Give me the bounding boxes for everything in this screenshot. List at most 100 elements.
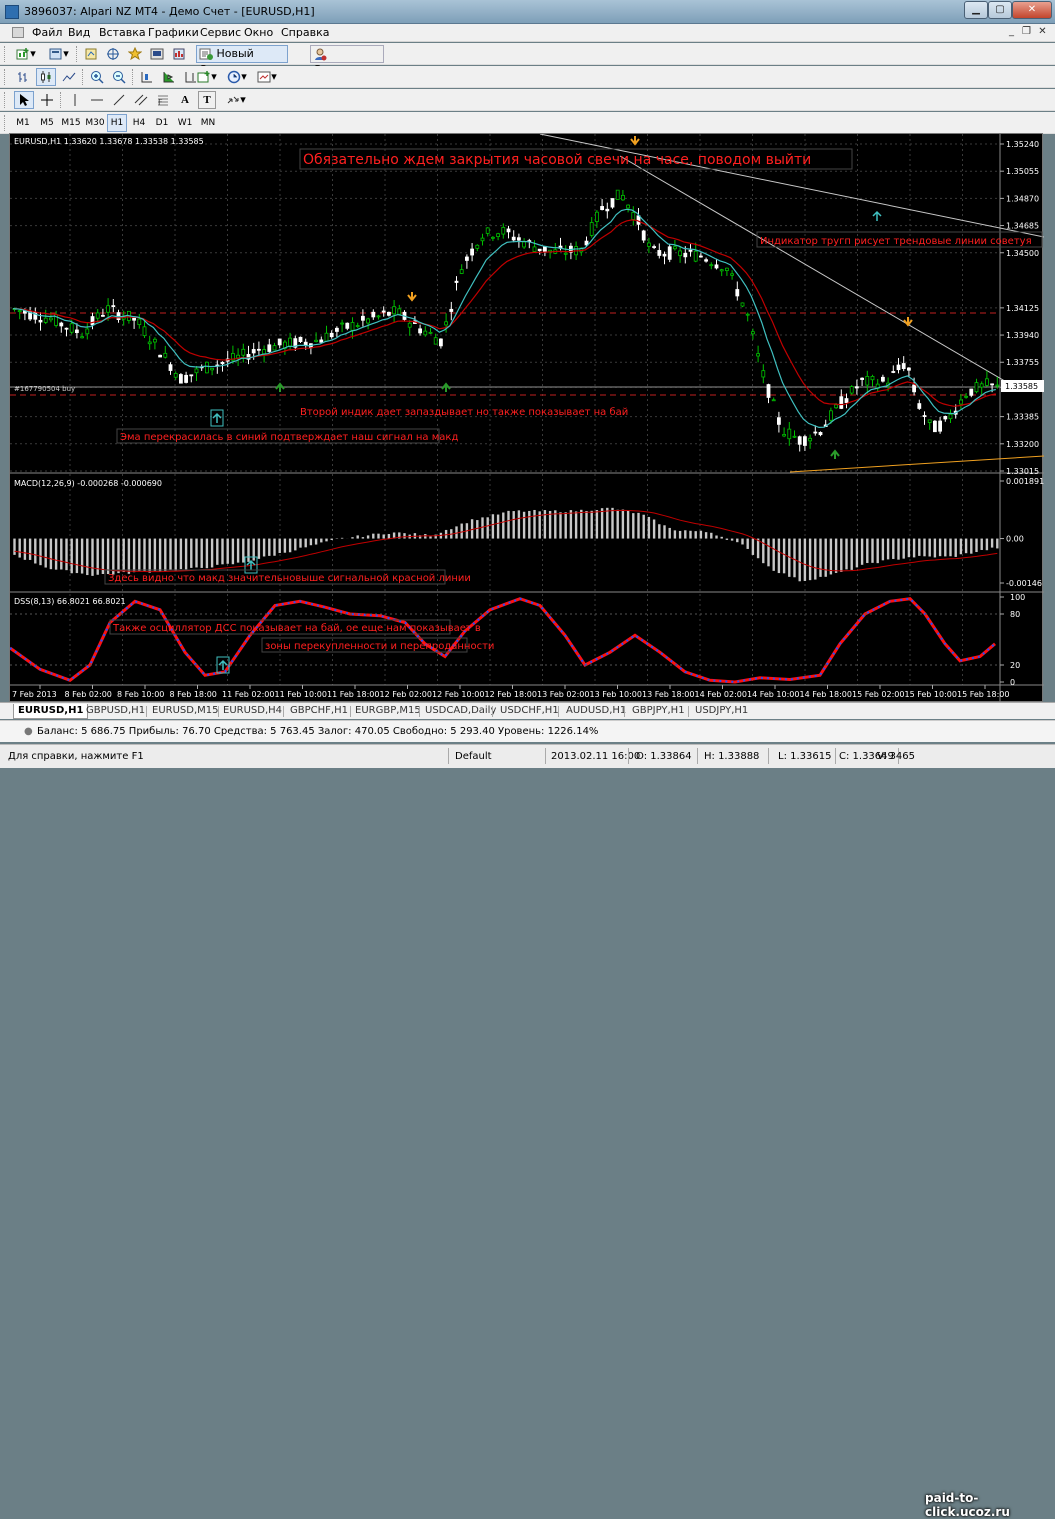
clock-icon [227, 70, 241, 84]
order-label[interactable]: #167790504 buy [14, 385, 75, 393]
annotation-right[interactable]: Индикатор тругп рисует трендовые линии с… [760, 236, 1032, 247]
menu-view[interactable]: Вид [68, 26, 90, 39]
new-order-button[interactable]: Новый Ордер [196, 45, 288, 76]
menu-charts[interactable]: Графики [148, 26, 199, 39]
time-tick-label: 12 Feb 10:00 [432, 690, 484, 699]
menu-insert[interactable]: Вставка [99, 26, 146, 39]
auto-scroll-button[interactable] [160, 68, 178, 86]
tf-m5[interactable]: M5 [36, 114, 58, 132]
tab-eurusd-m15[interactable]: EURUSD,M15 [152, 704, 218, 719]
annotation-second-indicator[interactable]: Второй индик дает запаздывает но также п… [300, 407, 628, 418]
candle-body [303, 341, 308, 346]
trendline-button[interactable] [110, 91, 128, 109]
tf-w1[interactable]: W1 [175, 114, 195, 132]
annotation-ema[interactable]: Эма перекрасилась в синий подтверждает н… [120, 432, 458, 443]
chart-canvas[interactable]: EURUSD,H1 1.33620 1.33678 1.33538 1.3358… [10, 134, 1044, 703]
tab-gbpjpy-h1[interactable]: GBPJPY,H1 [632, 704, 685, 719]
tab-usdchf-h1[interactable]: USDCHF,H1 [500, 704, 559, 719]
candle-body [106, 305, 110, 313]
document-icon[interactable] [12, 27, 24, 38]
horizontal-line-button[interactable] [88, 91, 106, 109]
tf-m1[interactable]: M1 [12, 114, 34, 132]
vertical-line-button[interactable] [66, 91, 84, 109]
tf-mn[interactable]: MN [197, 114, 219, 132]
data-window-button[interactable] [104, 45, 122, 63]
tester-button[interactable] [170, 45, 188, 63]
navigator-button[interactable] [126, 45, 144, 63]
tab-eurusd-h1[interactable]: EURUSD,H1 [13, 704, 89, 719]
candle-body [111, 305, 116, 308]
candle-body [371, 311, 376, 318]
tf-h1[interactable]: H1 [107, 114, 127, 132]
candle-body [979, 383, 984, 388]
tf-d1[interactable]: D1 [152, 114, 172, 132]
line-chart-button[interactable] [60, 68, 78, 86]
terminal-button[interactable] [148, 45, 166, 63]
menu-help[interactable]: Справка [281, 26, 329, 39]
macd-annotation[interactable]: Здесь видно что макд значительновыше сиг… [108, 573, 471, 584]
equidistant-channel-button[interactable] [132, 91, 150, 109]
text-tool-button[interactable]: A [176, 91, 194, 109]
candle-body [444, 321, 449, 326]
tab-audusd-h1[interactable]: AUDUSD,H1 [566, 704, 626, 719]
tf-m30[interactable]: M30 [84, 114, 106, 132]
zoom-out-button[interactable] [110, 68, 128, 86]
tab-usdjpy-h1[interactable]: USDJPY,H1 [695, 704, 748, 719]
mt4-window: 3896037: Alpari NZ MT4 - Демо Счет - [EU… [0, 0, 1055, 1519]
tf-h4[interactable]: H4 [129, 114, 149, 132]
tab-usdcad-daily[interactable]: USDCAD,Daily [425, 704, 496, 719]
candle-body [964, 395, 968, 398]
mdi-restore-icon[interactable]: ❐ [1020, 26, 1033, 39]
maximize-button[interactable]: ▢ [988, 1, 1012, 19]
minimize-button[interactable]: ▁ [964, 1, 988, 19]
expert-advisors-button[interactable]: Советники [310, 45, 384, 76]
tab-eurusd-h4[interactable]: EURUSD,H4 [223, 704, 282, 719]
menu-file[interactable]: Файл [32, 26, 62, 39]
tab-eurgbp-m15[interactable]: EURGBP,M15 [355, 704, 421, 719]
candle-body [621, 194, 625, 201]
arrows-button[interactable]: ▾ [222, 91, 250, 109]
market-watch-button[interactable] [82, 45, 100, 63]
tab-gbpusd-h1[interactable]: GBPUSD,H1 [86, 704, 145, 719]
annotation-top[interactable]: Обязательно ждем закрытия часовой свечи … [303, 152, 811, 168]
candle-chart-button[interactable] [36, 68, 56, 86]
periods-button[interactable]: ▾ [224, 68, 250, 86]
mdi-minimize-icon[interactable]: _ [1005, 26, 1018, 39]
candle-body [907, 367, 911, 371]
candle-body [350, 322, 355, 331]
text-label-button[interactable]: T [198, 91, 216, 109]
candle-body [173, 372, 178, 378]
candle-body [288, 337, 293, 347]
menu-window[interactable]: Окно [244, 26, 273, 39]
crosshair-button[interactable] [38, 91, 56, 109]
profiles-button[interactable]: ▾ [45, 45, 73, 63]
candle-body [251, 349, 256, 354]
tf-m15[interactable]: M15 [60, 114, 82, 132]
bar-chart-button[interactable] [14, 68, 32, 86]
templates-button[interactable]: ▾ [254, 68, 280, 86]
menu-tools[interactable]: Сервис [200, 26, 241, 39]
candle-body [751, 331, 755, 335]
candle-body [95, 312, 100, 319]
tab-gbpchf-h1[interactable]: GBPCHF,H1 [290, 704, 348, 719]
tile-windows-button[interactable] [138, 68, 156, 86]
candle-body [693, 250, 698, 262]
new-chart-button[interactable]: ▾ [12, 45, 40, 63]
new-chart-icon [16, 48, 29, 60]
close-button[interactable]: ✕ [1012, 1, 1052, 19]
indicators-button[interactable]: ▾ [194, 68, 220, 86]
cursor-button[interactable] [14, 91, 34, 109]
zoom-in-button[interactable] [88, 68, 106, 86]
dss-annotation-1[interactable]: Также осциллятор ДСС показывает на бай, … [112, 623, 481, 634]
status-profile[interactable]: Default [455, 751, 492, 762]
candle-body [17, 310, 22, 313]
time-tick-label: 13 Feb 18:00 [642, 690, 694, 699]
dss-annotation-2[interactable]: зоны перекупленности и перепроданности [265, 641, 494, 652]
candle-body [506, 228, 511, 233]
candle-body [80, 336, 84, 339]
chart-window[interactable]: EURUSD,H1 1.33620 1.33678 1.33538 1.3358… [9, 133, 1044, 703]
candle-body [189, 374, 194, 377]
mdi-close-icon[interactable]: ✕ [1036, 26, 1049, 39]
fibonacci-button[interactable]: F [154, 91, 172, 109]
candle-body [709, 264, 714, 267]
